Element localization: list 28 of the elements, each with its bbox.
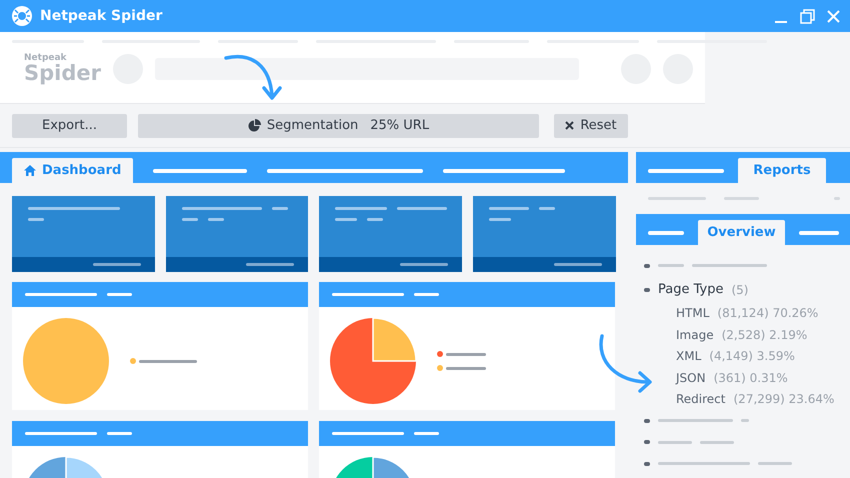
tree-item-label[interactable]: HTML xyxy=(676,306,710,320)
tree-item-count: (27,299) 23.64% xyxy=(734,392,834,406)
segmentation-label: Segmentation xyxy=(266,118,358,133)
tree-item-label[interactable]: Page Type xyxy=(658,282,724,297)
segmentation-value: 25% URL xyxy=(370,118,430,133)
tree-item-count: (2,528) 2.19% xyxy=(722,328,808,342)
close-icon xyxy=(565,121,574,130)
tree-item-label[interactable]: JSON xyxy=(676,370,706,385)
logo-text: Netpeak xyxy=(24,54,68,63)
reset-button[interactable]: Reset xyxy=(554,114,628,138)
home-icon xyxy=(24,165,36,176)
logo-text: Spider xyxy=(24,63,101,84)
overview-tab[interactable]: Overview xyxy=(698,220,785,245)
tree-item-count: (81,124) 70.26% xyxy=(717,306,818,320)
tree-item-label[interactable]: Image xyxy=(676,328,714,342)
pie-chart-icon xyxy=(248,119,261,132)
export-button[interactable]: Export... xyxy=(12,114,127,138)
tree-item-count: (361) 0.31% xyxy=(714,370,788,385)
tree-item-label[interactable]: XML xyxy=(676,349,702,364)
window-title: Netpeak Spider xyxy=(40,8,164,24)
reports-tab[interactable]: Reports xyxy=(738,158,826,183)
tree-item-count: (5) xyxy=(731,282,748,296)
close-icon[interactable] xyxy=(827,10,840,22)
tree-item-count: (4,149) 3.59% xyxy=(709,349,795,364)
segmentation-button[interactable]: Segmentation 25% URL xyxy=(138,114,539,138)
tree-item-label[interactable]: Redirect xyxy=(676,392,726,406)
dashboard-tab[interactable]: Dashboard xyxy=(12,158,134,183)
restore-icon[interactable] xyxy=(800,8,815,24)
